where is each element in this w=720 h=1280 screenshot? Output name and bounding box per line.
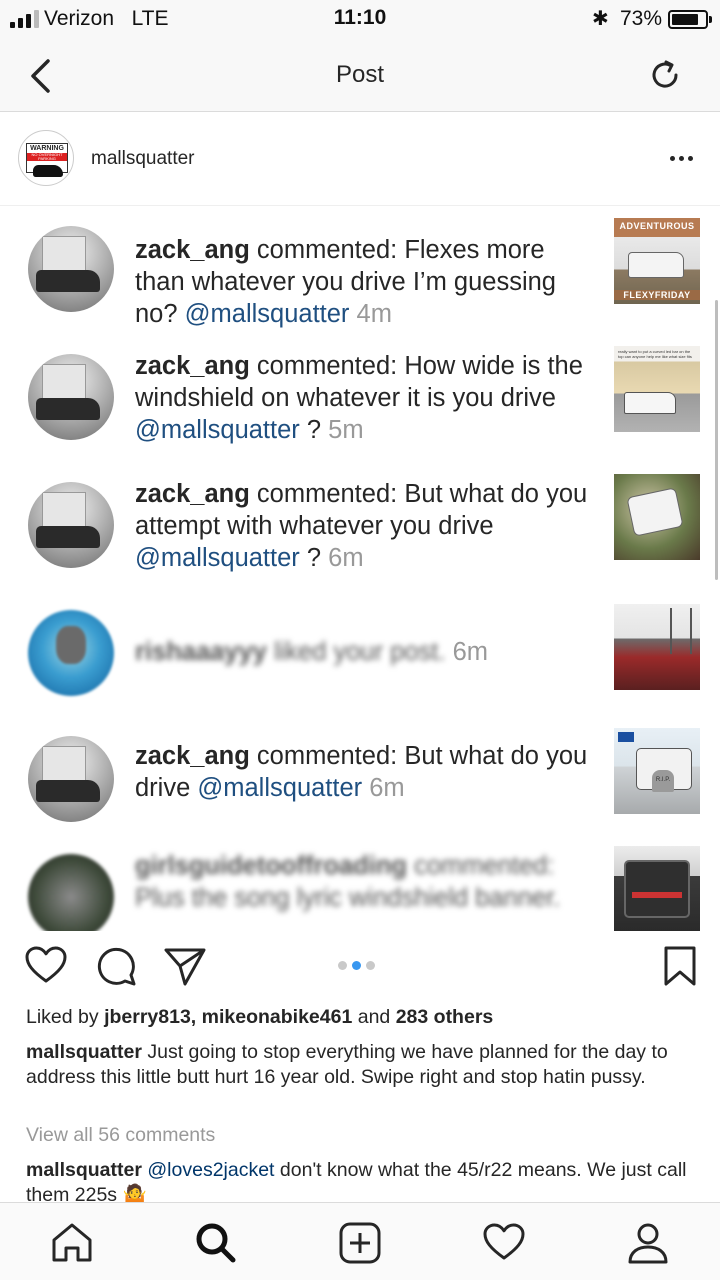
bluetooth-icon: ✱ [592, 8, 609, 30]
avatar[interactable]: WARNING NO OVERNIGHT PARKING [18, 130, 74, 186]
mention: @mallsquatter [184, 300, 350, 328]
clock: 11:10 [333, 6, 387, 29]
scrollbar[interactable] [715, 300, 718, 580]
comment-username[interactable]: mallsquatter [26, 1159, 142, 1181]
post-actions [0, 931, 720, 1001]
post-thumbnail: ADVENTUROUS FLEXYFRIDAY [614, 218, 700, 304]
heart-icon[interactable] [24, 945, 68, 990]
mention[interactable]: @loves2jacket [147, 1159, 274, 1181]
add-post-icon[interactable] [338, 1221, 382, 1270]
post-caption: mallsquatter Just going to stop everythi… [26, 1041, 668, 1088]
avatar [28, 354, 114, 440]
tab-bar [0, 1202, 720, 1280]
avatar [28, 482, 114, 568]
mention: @mallsquatter [135, 544, 300, 572]
likes-summary[interactable]: Liked by jberry813, mikeonabike461 and 2… [26, 1006, 493, 1029]
carousel-indicator [338, 961, 375, 970]
post-thumbnail [614, 604, 700, 690]
post-header: WARNING NO OVERNIGHT PARKING mallsquatte… [0, 112, 720, 206]
status-bar: Verizon LTE 11:10 ✱ 73% [0, 0, 720, 38]
comment-icon[interactable] [95, 945, 137, 992]
bookmark-icon[interactable] [662, 945, 698, 992]
view-all-comments-link[interactable]: View all 56 comments [26, 1124, 215, 1147]
battery-icon [668, 10, 712, 29]
profile-icon[interactable] [626, 1221, 670, 1270]
activity-heart-icon[interactable] [482, 1221, 526, 1268]
home-icon[interactable] [50, 1221, 94, 1268]
post-thumbnail: really want to put a curved led bar on t… [614, 346, 700, 432]
post-thumbnail [614, 474, 700, 560]
avatar [28, 610, 114, 696]
page-title: Post [335, 61, 385, 88]
more-horizontal-icon[interactable] [670, 156, 693, 161]
post-photo[interactable]: zack_ang commented: Flexes more than wha… [0, 206, 720, 931]
avatar [28, 226, 114, 312]
send-icon[interactable] [163, 945, 207, 992]
post-thumbnail [614, 846, 700, 931]
search-icon[interactable] [194, 1221, 238, 1270]
mention: @mallsquatter [197, 774, 363, 802]
caption-username[interactable]: mallsquatter [26, 1041, 142, 1063]
car-silhouette [33, 165, 63, 177]
mention: @mallsquatter [135, 416, 300, 444]
post-thumbnail: R.I.P. [614, 728, 700, 814]
battery-percent: 73% [620, 7, 663, 30]
comment: mallsquatter @loves2jacket don't know wh… [26, 1159, 687, 1202]
avatar [28, 736, 114, 822]
navigation-bar: Post [0, 38, 720, 112]
post-username[interactable]: mallsquatter [91, 148, 195, 170]
refresh-icon[interactable] [646, 56, 684, 99]
avatar [28, 854, 114, 931]
